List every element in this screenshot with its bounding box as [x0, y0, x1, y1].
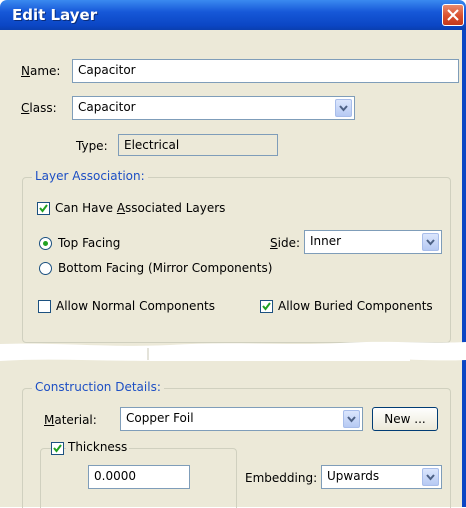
bottom-facing-label: Bottom Facing (Mirror Components) [58, 261, 273, 275]
radio-selected-dot [43, 241, 48, 246]
embedding-select-value: Upwards [327, 469, 380, 483]
chevron-down-icon [426, 239, 435, 246]
allow-normal-components-checkbox[interactable] [38, 300, 51, 313]
type-label: Type: [76, 139, 108, 153]
allow-buried-components-label: Allow Buried Components [278, 299, 433, 313]
chevron-down-icon [426, 474, 435, 481]
checkmark-icon [53, 444, 62, 453]
title-bar[interactable]: Edit Layer [0, 0, 466, 30]
close-button[interactable] [442, 4, 464, 26]
allow-normal-components-label: Allow Normal Components [56, 299, 215, 313]
thickness-input[interactable]: 0.0000 [88, 465, 190, 489]
chevron-down-icon [347, 416, 356, 423]
can-have-associated-layers-label: Can Have Associated Layers [55, 201, 226, 215]
embedding-label: Embedding: [245, 471, 318, 485]
window-title: Edit Layer [12, 6, 98, 24]
class-label: Class: [21, 101, 57, 115]
class-select[interactable]: Capacitor [72, 96, 355, 120]
thickness-label: Thickness [66, 440, 130, 454]
checkmark-icon [262, 302, 271, 311]
bottom-facing-radio[interactable] [39, 262, 52, 275]
material-select-value: Copper Foil [126, 411, 194, 425]
side-select[interactable]: Inner [304, 230, 442, 254]
new-material-button[interactable]: New ... [372, 407, 438, 431]
thickness-checkbox[interactable] [51, 442, 64, 455]
can-have-associated-layers-checkbox[interactable] [37, 202, 50, 215]
close-x-icon [447, 9, 459, 21]
construction-details-title: Construction Details: [32, 380, 164, 394]
torn-edge-divider [0, 341, 466, 361]
layer-association-title: Layer Association: [32, 169, 148, 183]
checkmark-icon [39, 204, 48, 213]
embedding-dropdown-button[interactable] [422, 468, 439, 486]
side-select-value: Inner [310, 234, 342, 248]
name-field[interactable]: Capacitor [72, 59, 459, 83]
chevron-down-icon [339, 105, 348, 112]
side-label: Side: [270, 236, 301, 250]
dialog-body: Name: Capacitor Class: Capacitor Type: E… [0, 30, 466, 508]
class-select-value: Capacitor [78, 100, 136, 114]
class-dropdown-button[interactable] [335, 99, 352, 117]
allow-buried-components-checkbox[interactable] [260, 300, 273, 313]
side-dropdown-button[interactable] [422, 233, 439, 251]
top-facing-label: Top Facing [58, 236, 121, 250]
material-dropdown-button[interactable] [343, 410, 360, 428]
material-label: Material: [44, 413, 97, 427]
type-field: Electrical [118, 134, 278, 156]
embedding-select[interactable]: Upwards [321, 465, 442, 489]
name-label: Name: [21, 64, 61, 78]
top-facing-radio[interactable] [39, 237, 52, 250]
material-select[interactable]: Copper Foil [120, 407, 363, 431]
